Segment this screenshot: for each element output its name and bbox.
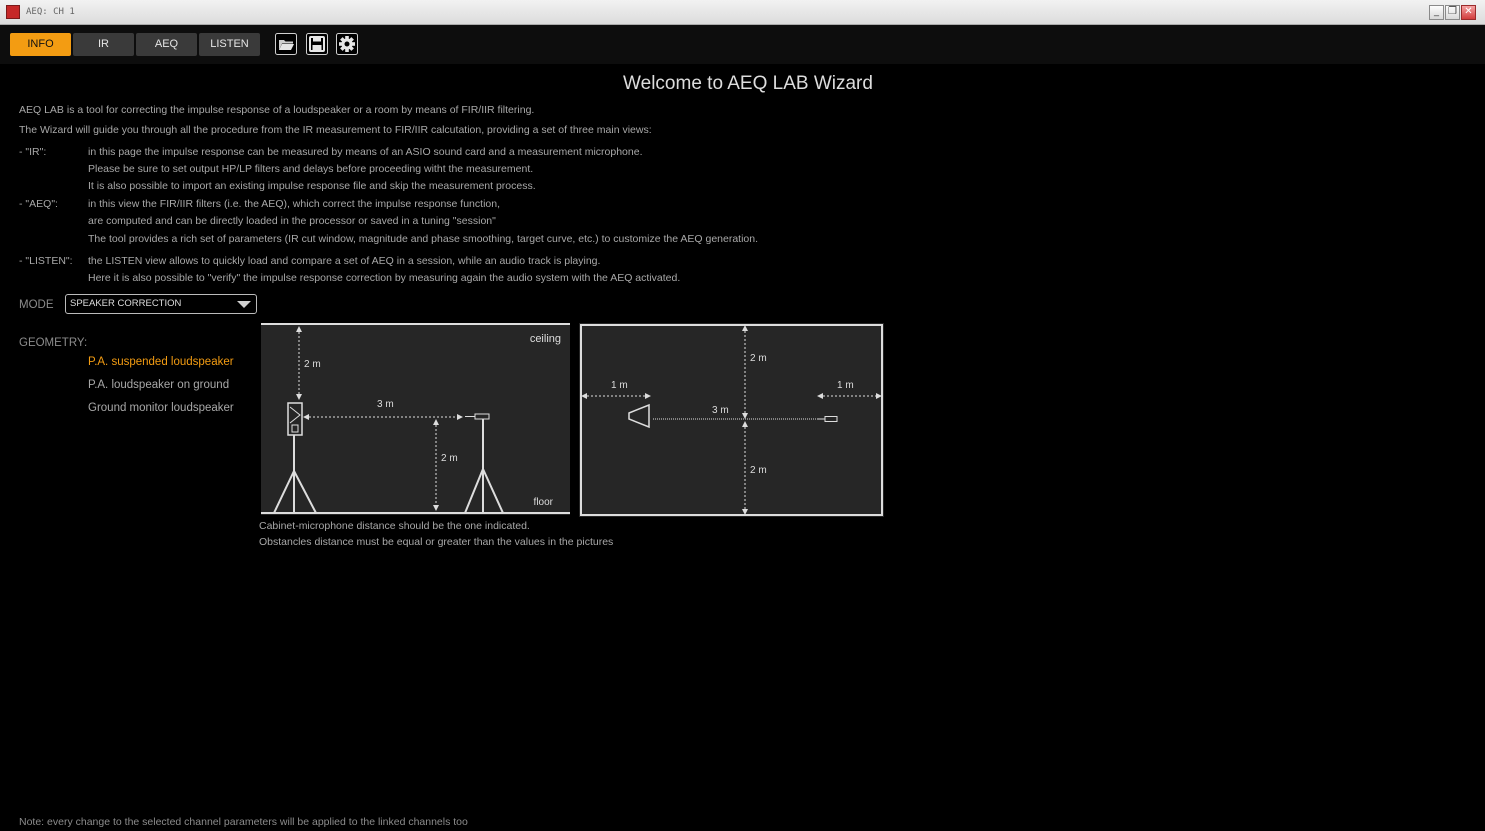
right-gap-label: 1 m	[837, 380, 854, 391]
intro-line: AEQ LAB is a tool for correcting the imp…	[19, 104, 535, 116]
close-button[interactable]: ✕	[1461, 5, 1476, 20]
ceiling-label: ceiling	[530, 333, 561, 345]
view-line: The tool provides a rich set of paramete…	[88, 233, 759, 245]
geometry-option-suspended[interactable]: P.A. suspended loudspeaker	[88, 356, 234, 368]
top-gap-label: 2 m	[304, 359, 321, 370]
caption-line: Cabinet-microphone distance should be th…	[259, 520, 530, 532]
top-view-diagram: 2 m 2 m 1 m 1 m 3 m	[579, 323, 884, 517]
window-title: AEQ: CH 1	[26, 7, 75, 17]
toolbar: INFO IR AEQ LISTEN	[0, 25, 1485, 64]
view-line: It is also possible to import an existin…	[88, 180, 536, 192]
mode-value: SPEAKER CORRECTION	[70, 298, 182, 309]
side-view-diagram: ceiling floor 2 m 3 m 2 m	[261, 323, 570, 515]
view-line: Here it is also possible to "verify" the…	[88, 272, 681, 284]
intro-line: The Wizard will guide you through all th…	[19, 124, 652, 136]
caption-line: Obstancles distance must be equal or gre…	[259, 536, 614, 548]
view-line: Please be sure to set output HP/LP filte…	[88, 163, 534, 175]
chevron-down-icon	[237, 301, 251, 308]
distance-label: 3 m	[712, 405, 729, 416]
mode-label: MODE	[19, 299, 54, 311]
bottom-gap-label: 2 m	[750, 465, 767, 476]
diagram-background	[579, 323, 884, 517]
floor-label: floor	[534, 497, 554, 508]
save-icon[interactable]	[306, 33, 328, 55]
left-gap-label: 1 m	[611, 380, 628, 391]
view-line: are computed and can be directly loaded …	[88, 215, 496, 227]
window-titlebar: AEQ: CH 1 _ ❐ ✕	[0, 0, 1485, 25]
app-icon	[6, 5, 20, 19]
view-line: in this view the FIR/IIR filters (i.e. t…	[88, 198, 500, 210]
view-line: in this page the impulse response can be…	[88, 146, 643, 158]
restore-button[interactable]: ❐	[1445, 5, 1460, 20]
view-key-ir: - "IR":	[19, 146, 47, 158]
tab-info[interactable]: INFO	[10, 33, 71, 56]
tab-listen[interactable]: LISTEN	[199, 33, 260, 56]
view-key-aeq: - "AEQ":	[19, 198, 58, 210]
top-gap-label: 2 m	[750, 353, 767, 364]
footer-note: Note: every change to the selected chann…	[19, 816, 468, 828]
mode-dropdown[interactable]: SPEAKER CORRECTION	[65, 294, 257, 314]
geometry-label: GEOMETRY:	[19, 337, 88, 349]
page-title: Welcome to AEQ LAB Wizard	[623, 73, 873, 94]
minimize-button[interactable]: _	[1429, 5, 1444, 20]
gear-icon[interactable]	[336, 33, 358, 55]
distance-label: 3 m	[377, 399, 394, 410]
folder-open-icon[interactable]	[275, 33, 297, 55]
tab-aeq[interactable]: AEQ	[136, 33, 197, 56]
window-controls: _ ❐ ✕	[1429, 5, 1476, 20]
geometry-option-on-ground[interactable]: P.A. loudspeaker on ground	[88, 379, 229, 391]
tab-ir[interactable]: IR	[73, 33, 134, 56]
view-key-listen: - "LISTEN":	[19, 255, 73, 267]
view-line: the LISTEN view allows to quickly load a…	[88, 255, 601, 267]
geometry-option-ground-monitor[interactable]: Ground monitor loudspeaker	[88, 402, 234, 414]
height-label: 2 m	[441, 453, 458, 464]
